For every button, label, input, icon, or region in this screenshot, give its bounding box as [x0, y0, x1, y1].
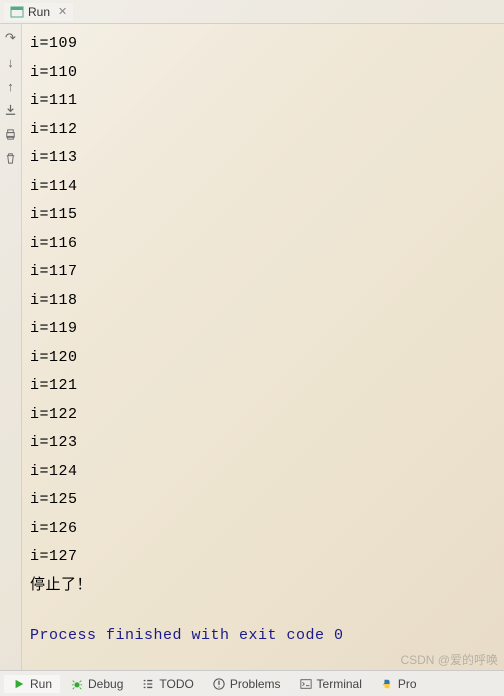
- bottom-tab-label: Problems: [230, 677, 281, 691]
- console-line: i=119: [30, 315, 496, 344]
- console-line: i=125: [30, 486, 496, 515]
- bottom-tab-todo[interactable]: TODO: [133, 675, 201, 693]
- step-out-icon[interactable]: ↑: [3, 78, 19, 94]
- console-line: i=114: [30, 173, 496, 202]
- bottom-tab-label: Debug: [88, 677, 123, 691]
- close-icon[interactable]: ✕: [58, 5, 67, 18]
- download-icon[interactable]: [3, 102, 19, 118]
- bottom-tool-bar: Run Debug TODO Problems Terminal Pro: [0, 670, 504, 696]
- exit-message: Process finished with exit code 0: [30, 622, 496, 651]
- bottom-tab-pro[interactable]: Pro: [372, 675, 425, 693]
- play-icon: [12, 677, 26, 691]
- bottom-tab-terminal[interactable]: Terminal: [291, 675, 370, 693]
- console-line: i=115: [30, 201, 496, 230]
- bottom-tab-run[interactable]: Run: [4, 675, 60, 693]
- console-line: i=126: [30, 515, 496, 544]
- terminal-icon: [299, 677, 313, 691]
- console-output[interactable]: i=109i=110i=111i=112i=113i=114i=115i=116…: [22, 24, 504, 670]
- step-over-icon[interactable]: ↷: [3, 30, 19, 46]
- run-tab[interactable]: Run ✕: [4, 3, 73, 21]
- console-line: i=110: [30, 59, 496, 88]
- tab-label: Run: [28, 5, 50, 19]
- run-window-icon: [10, 5, 24, 19]
- python-icon: [380, 677, 394, 691]
- main-area: ↷ ↓ ↑ i=109i=110i=111i=112i=113i=114i=11…: [0, 24, 504, 670]
- bottom-tab-debug[interactable]: Debug: [62, 675, 131, 693]
- list-icon: [141, 677, 155, 691]
- console-line: i=111: [30, 87, 496, 116]
- bottom-tab-label: Terminal: [317, 677, 362, 691]
- bottom-tab-label: Run: [30, 677, 52, 691]
- bottom-tab-label: Pro: [398, 677, 417, 691]
- console-line: i=113: [30, 144, 496, 173]
- tab-bar: Run ✕: [0, 0, 504, 24]
- console-line: i=109: [30, 30, 496, 59]
- console-line: i=117: [30, 258, 496, 287]
- bottom-tab-label: TODO: [159, 677, 193, 691]
- console-line: i=123: [30, 429, 496, 458]
- step-into-icon[interactable]: ↓: [3, 54, 19, 70]
- alert-icon: [212, 677, 226, 691]
- print-icon[interactable]: [3, 126, 19, 142]
- trash-icon[interactable]: [3, 150, 19, 166]
- console-line: i=122: [30, 401, 496, 430]
- console-line: i=112: [30, 116, 496, 145]
- console-line: i=120: [30, 344, 496, 373]
- console-line: i=124: [30, 458, 496, 487]
- bottom-tab-problems[interactable]: Problems: [204, 675, 289, 693]
- bug-icon: [70, 677, 84, 691]
- console-line: i=116: [30, 230, 496, 259]
- console-line: i=118: [30, 287, 496, 316]
- console-line: 停止了！: [30, 572, 496, 601]
- console-line: i=127: [30, 543, 496, 572]
- left-gutter: ↷ ↓ ↑: [0, 24, 22, 670]
- console-line: i=121: [30, 372, 496, 401]
